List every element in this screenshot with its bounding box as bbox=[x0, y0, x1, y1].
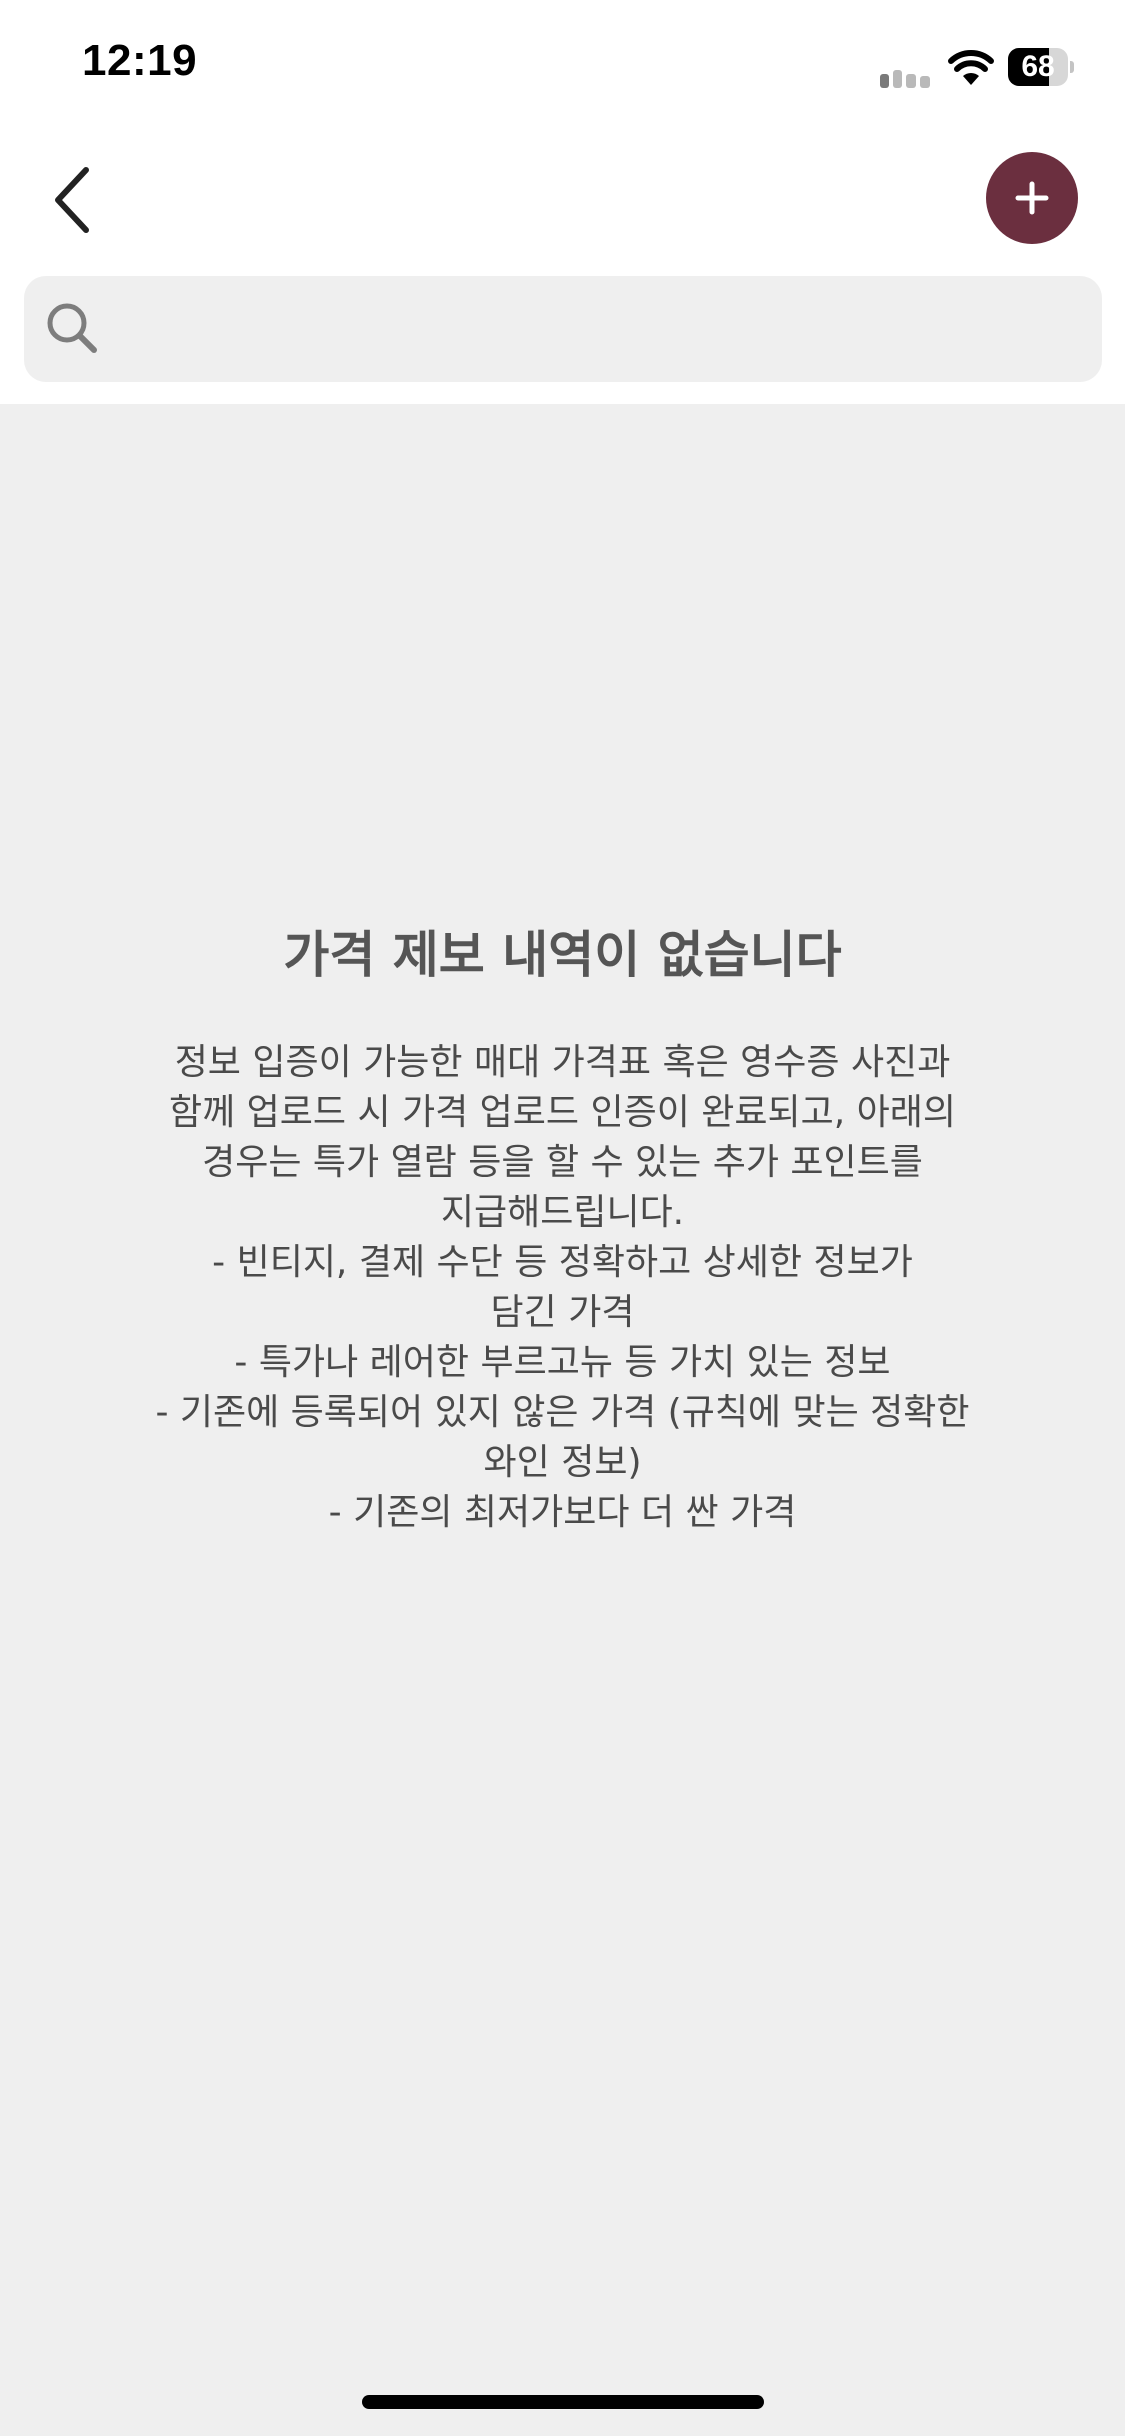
home-indicator[interactable] bbox=[362, 2395, 764, 2409]
wifi-icon bbox=[948, 50, 994, 85]
search-icon bbox=[47, 303, 97, 353]
description-line: 지급해드립니다. bbox=[440, 1192, 685, 1233]
back-button[interactable] bbox=[40, 150, 110, 250]
description-line: - 기존에 등록되어 있지 않은 가격 (규칙에 맞는 정확한 bbox=[155, 1392, 970, 1433]
description-line: 함께 업로드 시 가격 업로드 인증이 완료되고, 아래의 bbox=[168, 1092, 957, 1133]
signal-icon bbox=[880, 66, 936, 88]
chevron-left-icon bbox=[55, 167, 89, 233]
battery-level-text: 68 bbox=[1021, 50, 1055, 83]
battery-icon: 68 bbox=[1008, 48, 1074, 88]
add-button[interactable] bbox=[986, 152, 1078, 244]
description-line: 경우는 특가 열람 등을 할 수 있는 추가 포인트를 bbox=[202, 1142, 923, 1183]
description-line: 담긴 가격 bbox=[490, 1292, 635, 1333]
header-area: 12:19 68 bbox=[0, 0, 1125, 404]
empty-state-title: 가격 제보 내역이 없습니다 bbox=[283, 926, 842, 984]
status-time: 12:19 bbox=[82, 36, 198, 85]
search-input[interactable] bbox=[118, 288, 1082, 372]
empty-state-description: 정보 입증이 가능한 매대 가격표 혹은 영수증 사진과 함께 업로드 시 가격… bbox=[80, 1038, 1045, 1538]
empty-state: 가격 제보 내역이 없습니다 정보 입증이 가능한 매대 가격표 혹은 영수증 … bbox=[80, 910, 1045, 1538]
description-line: - 기존의 최저가보다 더 싼 가격 bbox=[328, 1492, 797, 1533]
description-line: - 빈티지, 결제 수단 등 정확하고 상세한 정보가 bbox=[212, 1242, 913, 1283]
description-line: - 특가나 레어한 부르고뉴 등 가치 있는 정보 bbox=[234, 1342, 891, 1383]
description-line: 정보 입증이 가능한 매대 가격표 혹은 영수증 사진과 bbox=[174, 1042, 951, 1083]
description-line: 와인 정보) bbox=[483, 1442, 642, 1483]
plus-icon bbox=[1015, 181, 1049, 215]
